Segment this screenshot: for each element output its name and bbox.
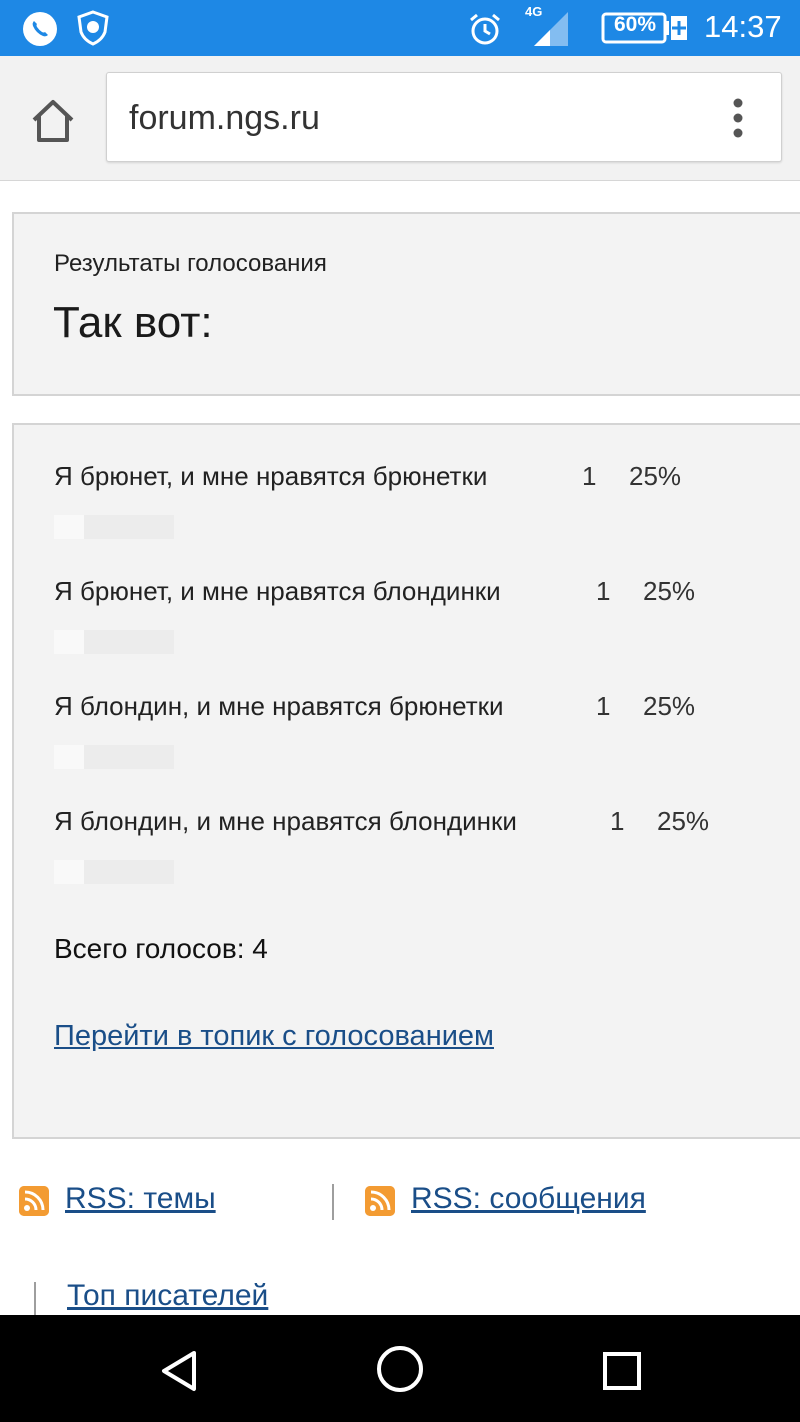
status-bar: 4G 60% 14:37 (0, 0, 800, 56)
recent-apps-icon[interactable] (602, 1351, 642, 1391)
poll-option-bar (54, 515, 174, 539)
phone-icon (23, 12, 57, 46)
go-to-poll-topic-link[interactable]: Перейти в топик с голосованием (54, 1020, 494, 1053)
system-nav-bar (0, 1315, 800, 1422)
shield-icon (77, 10, 109, 46)
poll-option-count: 1 (596, 576, 611, 606)
poll-option-bar-fill (54, 630, 84, 654)
poll-option-bar (54, 745, 174, 769)
menu-icon[interactable] (726, 97, 750, 141)
battery-level: 60% (614, 13, 657, 36)
poll-option-count: 1 (596, 691, 611, 721)
poll-title: Так вот: (53, 298, 213, 347)
rss-icon (19, 1186, 49, 1216)
signal-icon (534, 12, 568, 46)
url-text[interactable]: forum.ngs.ru (129, 99, 320, 138)
poll-option-bar-fill (54, 745, 84, 769)
home-nav-icon[interactable] (376, 1345, 424, 1393)
poll-results-label: Результаты голосования (54, 250, 327, 277)
poll-option: Я блондин, и мне нравятся блондинки 1 25… (54, 770, 794, 885)
top-writers-link[interactable]: Топ писателей (67, 1279, 268, 1313)
poll-option: Я брюнет, и мне нравятся брюнетки 1 25% (54, 425, 794, 540)
poll-option-percent: 25% (657, 806, 710, 836)
poll-option-label: Я брюнет, и мне нравятся брюнетки (54, 461, 488, 491)
poll-option-bar-fill (54, 860, 84, 884)
poll-header-panel: Результаты голосования Так вот: (12, 212, 800, 396)
poll-option-bar (54, 860, 174, 884)
poll-option-label: Я блондин, и мне нравятся блондинки (54, 806, 517, 836)
clock: 14:37 (704, 9, 782, 44)
browser-toolbar: forum.ngs.ru (0, 56, 800, 181)
poll-option-bar (54, 630, 174, 654)
total-votes: Всего голосов: 4 (54, 933, 268, 964)
poll-option: Я блондин, и мне нравятся брюнетки 1 25% (54, 655, 794, 770)
divider (332, 1184, 334, 1220)
poll-option-count: 1 (610, 806, 625, 836)
poll-option-percent: 25% (643, 576, 696, 606)
divider (34, 1282, 36, 1315)
poll-option-bar-fill (54, 515, 84, 539)
rss-messages-link[interactable]: RSS: сообщения (411, 1182, 646, 1216)
poll-option: Я брюнет, и мне нравятся блондинки 1 25% (54, 540, 794, 655)
rss-topics-link[interactable]: RSS: темы (65, 1182, 216, 1216)
back-icon[interactable] (156, 1348, 202, 1394)
address-bar[interactable]: forum.ngs.ru (106, 72, 782, 162)
poll-option-label: Я брюнет, и мне нравятся блондинки (54, 576, 501, 606)
poll-option-count: 1 (582, 461, 597, 491)
poll-option-percent: 25% (643, 691, 696, 721)
poll-results-panel: Я брюнет, и мне нравятся брюнетки 1 25% … (12, 423, 800, 1139)
home-icon[interactable] (28, 96, 78, 146)
alarm-icon (470, 13, 500, 45)
poll-option-percent: 25% (629, 461, 682, 491)
poll-option-label: Я блондин, и мне нравятся брюнетки (54, 691, 504, 721)
rss-icon (365, 1186, 395, 1216)
